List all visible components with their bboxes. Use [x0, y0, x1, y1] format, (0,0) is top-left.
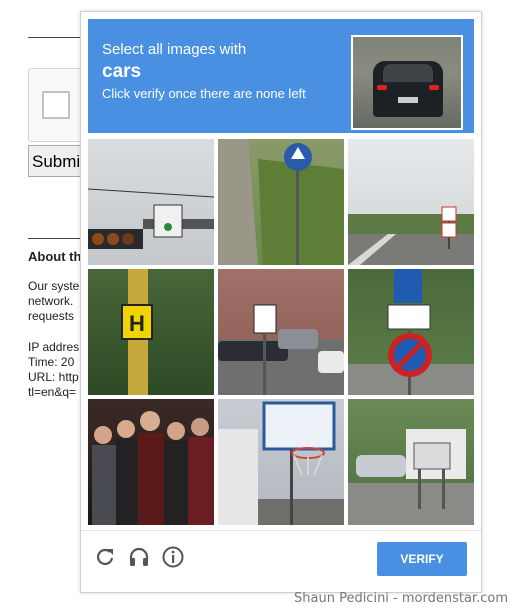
instruction-text: Select all images with — [102, 41, 247, 58]
image-tile-4[interactable]: H — [88, 269, 214, 395]
recaptcha-checkbox[interactable] — [42, 91, 70, 119]
tile-image — [218, 139, 344, 265]
about-text-line: requests — [28, 309, 75, 323]
tile-image — [92, 411, 214, 525]
about-text-line: network. — [28, 294, 74, 308]
image-tile-9[interactable] — [348, 399, 474, 525]
about-text-line: Our syste — [28, 279, 80, 293]
tile-image — [348, 206, 474, 265]
tile-image — [348, 429, 474, 525]
image-tile-1[interactable] — [88, 139, 214, 265]
footer-divider — [81, 530, 481, 531]
image-tile-3[interactable] — [348, 139, 474, 265]
tile-image: H — [121, 269, 153, 395]
challenge-header: Select all images with cars Click verify… — [88, 19, 474, 133]
background-divider — [28, 37, 88, 38]
image-grid: H — [88, 139, 474, 525]
tile-image — [218, 401, 344, 525]
image-tile-2[interactable] — [218, 139, 344, 265]
svg-text:H: H — [129, 311, 145, 336]
tile-image — [88, 188, 214, 249]
about-text-line: Time: 20 — [28, 355, 75, 369]
info-icon[interactable] — [161, 545, 185, 569]
image-tile-8[interactable] — [218, 399, 344, 525]
image-tile-6[interactable] — [348, 269, 474, 395]
about-text-line: URL: http — [28, 370, 79, 384]
image-tile-7[interactable] — [88, 399, 214, 525]
target-object-label: cars — [102, 61, 142, 82]
instruction-subtext: Click verify once there are none left — [102, 86, 306, 101]
about-text-line: IP addres — [28, 340, 80, 354]
headphones-icon[interactable] — [127, 545, 151, 569]
tile-image — [348, 269, 474, 395]
captcha-challenge-popup: Select all images with cars Click verify… — [80, 11, 482, 593]
tile-image — [218, 304, 344, 395]
sample-image — [351, 35, 463, 130]
about-text-line: tl=en&q= — [28, 385, 77, 399]
credit-watermark: Shaun Pedicini - mordenstar.com — [294, 591, 508, 606]
verify-button[interactable]: VERIFY — [377, 542, 467, 576]
background-divider-2 — [28, 238, 88, 239]
submit-button[interactable]: Submit — [28, 145, 88, 177]
reload-icon[interactable] — [93, 545, 117, 569]
about-heading: About th — [28, 249, 82, 264]
image-tile-5[interactable] — [218, 269, 344, 395]
